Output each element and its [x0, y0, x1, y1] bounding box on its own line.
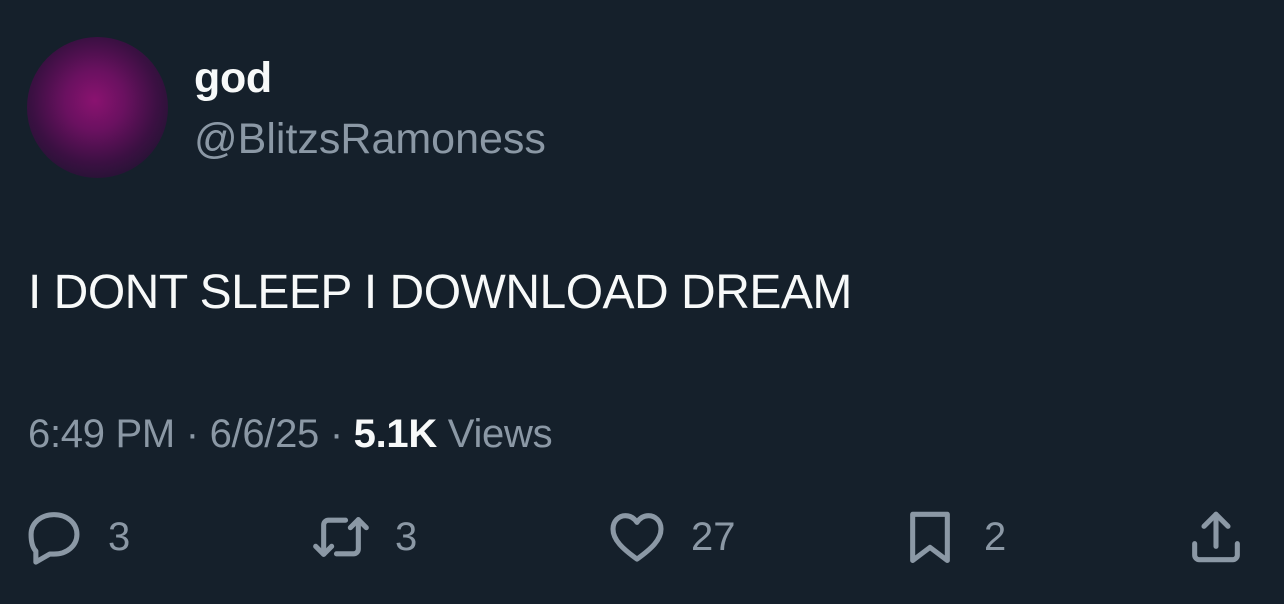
bookmark-icon — [898, 505, 962, 569]
views-count: 5.1K — [353, 412, 438, 456]
bookmark-count: 2 — [984, 515, 1007, 559]
views-label: Views — [447, 412, 553, 456]
bookmark-button[interactable]: 2 — [898, 505, 1006, 569]
reply-count: 3 — [108, 515, 131, 559]
heart-icon — [605, 505, 669, 569]
share-icon — [1184, 505, 1248, 569]
reply-button[interactable]: 3 — [22, 505, 130, 569]
avatar[interactable] — [27, 37, 168, 178]
tweet-date[interactable]: 6/6/25 — [210, 412, 320, 456]
like-count: 27 — [691, 515, 736, 559]
retweet-count: 3 — [395, 515, 418, 559]
retweet-button[interactable]: 3 — [309, 505, 417, 569]
tweet-time[interactable]: 6:49 PM — [28, 412, 175, 456]
meta-separator: · — [329, 412, 343, 456]
share-button[interactable] — [1184, 505, 1248, 569]
reply-icon — [22, 505, 86, 569]
author-display-name[interactable]: god — [194, 52, 272, 104]
tweet-text: I DONT SLEEP I DOWNLOAD DREAM — [28, 266, 852, 319]
retweet-icon — [309, 505, 373, 569]
author-handle[interactable]: @BlitzsRamoness — [194, 113, 546, 165]
meta-separator: · — [185, 412, 199, 456]
like-button[interactable]: 27 — [605, 505, 736, 569]
tweet-meta: 6:49 PM · 6/6/25 · 5.1K Views — [28, 409, 553, 459]
